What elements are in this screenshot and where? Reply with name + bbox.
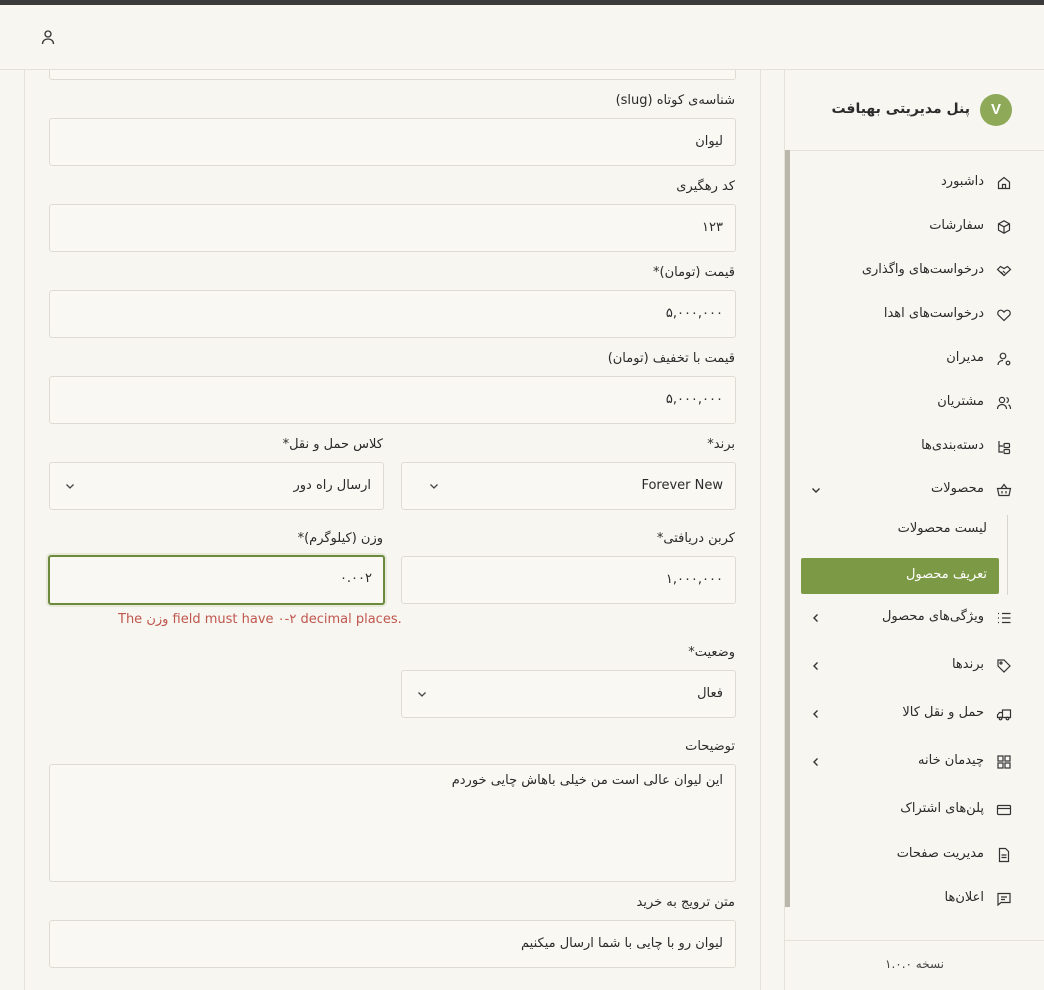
status-select-value: فعال [697, 686, 723, 701]
user-icon[interactable] [40, 29, 56, 45]
chevron-left-icon [813, 758, 818, 766]
carbon-input[interactable]: ۱,۰۰۰,۰۰۰ [401, 556, 736, 604]
promo-text-label: متن ترویج به خرید [636, 895, 736, 910]
chevron-down-icon [66, 484, 74, 489]
weight-input[interactable]: ۰.۰۰۲ [48, 555, 385, 605]
description-textarea[interactable]: این لیوان عالی است من خیلی باهاش چایی خو… [49, 764, 736, 882]
list-icon [996, 610, 1012, 626]
sidebar-item-subscription-plans[interactable]: پلن‌های اشتراک [812, 792, 1012, 828]
weight-error-message: The وزن field must have ۰-۲ decimal plac… [118, 612, 402, 627]
status-label: وضعیت* [688, 645, 735, 660]
truck-icon [996, 706, 1012, 722]
card-icon [996, 802, 1012, 818]
chevron-down-icon [418, 692, 426, 697]
sidebar-item-products[interactable]: محصولات [812, 472, 1012, 508]
sidebar-item-customers[interactable]: مشتریان [812, 385, 1012, 421]
shipping-class-label: کلاس حمل و نقل* [282, 437, 383, 452]
sidebar-item-label: مدیریت صفحات [896, 846, 984, 861]
weight-label: وزن (کیلوگرم)* [297, 531, 383, 546]
users-icon [996, 395, 1012, 411]
app-version: نسخه ۱.۰.۰ [885, 957, 945, 971]
sidebar-item-admins[interactable]: مدیران [812, 341, 1012, 377]
sidebar-item-label: اعلان‌ها [944, 890, 985, 905]
handshake-icon [996, 263, 1012, 279]
top-header [0, 5, 1044, 70]
brand-title: پنل مدیریتی بهیافت [831, 101, 970, 117]
status-select[interactable]: فعال [401, 670, 736, 718]
shipping-class-select[interactable]: ارسال راه دور [49, 462, 384, 510]
sidebar-item-categories[interactable]: دسته‌بندی‌ها [812, 429, 1012, 465]
sidebar-item-label: سفارشات [929, 218, 984, 233]
brand-select-value: Forever New [641, 478, 723, 493]
sidebar-item-label: حمل و نقل کالا [902, 705, 984, 720]
sidebar-item-notifications[interactable]: اعلان‌ها [812, 881, 1012, 917]
submenu-guide-line [1007, 515, 1008, 595]
shipping-class-select-value: ارسال راه دور [293, 478, 372, 493]
discount-price-input[interactable]: ۵,۰۰۰,۰۰۰ [49, 376, 736, 424]
message-icon [996, 891, 1012, 907]
chevron-left-icon [813, 614, 818, 622]
sidebar-item-label: برندها [951, 657, 984, 672]
sidebar-item-donation-requests[interactable]: درخواست‌های اهدا [812, 297, 1012, 333]
brand-label: برند* [707, 437, 735, 452]
tracking-code-label: کد رهگیری [676, 179, 735, 194]
price-input[interactable]: ۵,۰۰۰,۰۰۰ [49, 290, 736, 338]
sidebar-item-label: داشبورد [941, 174, 984, 189]
sidebar: V پنل مدیریتی بهیافت داشبورد سفارشات درخ… [784, 70, 1044, 990]
discount-price-label: قیمت با تخفیف (تومان) [607, 351, 735, 366]
sidebar-item-label: چیدمان خانه [918, 753, 984, 768]
sidebar-item-label: درخواست‌های واگذاری [861, 262, 984, 277]
previous-field-input[interactable] [49, 70, 736, 80]
home-icon [996, 175, 1012, 191]
sidebar-item-label: دسته‌بندی‌ها [921, 438, 984, 453]
sidebar-item-page-management[interactable]: مدیریت صفحات [812, 837, 1012, 873]
sidebar-item-label: مشتریان [937, 394, 984, 409]
grid-icon [996, 754, 1012, 770]
slug-label: شناسه‌ی کوتاه (slug) [615, 93, 735, 108]
divider [785, 150, 1044, 151]
product-form: شناسه‌ی کوتاه (slug) لیوان کد رهگیری ۱۲۳… [24, 70, 761, 990]
sidebar-item-label: درخواست‌های اهدا [883, 306, 984, 321]
sidebar-item-label: محصولات [931, 481, 984, 496]
slug-input[interactable]: لیوان [49, 118, 736, 166]
sidebar-item-label: ویژگی‌های محصول [881, 609, 984, 624]
heart-hand-icon [996, 307, 1012, 323]
sidebar-item-orders[interactable]: سفارشات [812, 209, 1012, 245]
chevron-down-icon [430, 484, 438, 489]
chevron-left-icon [813, 710, 818, 718]
sidebar-item-brands[interactable]: برندها [812, 648, 1012, 684]
tag-icon [996, 658, 1012, 674]
user-cog-icon [996, 351, 1012, 367]
basket-icon [996, 482, 1012, 498]
description-label: توضیحات [685, 739, 735, 754]
sidebar-item-label: مدیران [946, 350, 984, 365]
divider [785, 940, 1044, 941]
sidebar-brand: V پنل مدیریتی بهیافت [812, 94, 1012, 126]
tracking-code-input[interactable]: ۱۲۳ [49, 204, 736, 252]
promo-text-input[interactable]: لیوان رو با چایی با شما ارسال میکنیم [49, 920, 736, 968]
brand-logo: V [980, 94, 1012, 126]
file-icon [996, 847, 1012, 863]
box-icon [996, 219, 1012, 235]
tree-icon [996, 439, 1012, 455]
sidebar-scrollbar[interactable] [785, 150, 790, 907]
carbon-label: کربن دریافتی* [656, 531, 735, 546]
chevron-down-icon [812, 488, 820, 493]
sidebar-subitem-define-product[interactable]: تعریف محصول [801, 558, 999, 594]
price-label: قیمت (تومان)* [653, 265, 735, 280]
sidebar-item-dashboard[interactable]: داشبورد [812, 165, 1012, 201]
sidebar-item-product-attributes[interactable]: ویژگی‌های محصول [812, 600, 1012, 636]
sidebar-item-transfer-requests[interactable]: درخواست‌های واگذاری [812, 253, 1012, 289]
sidebar-item-label: پلن‌های اشتراک [900, 801, 984, 816]
brand-select[interactable]: Forever New [401, 462, 736, 510]
sidebar-subitem-product-list[interactable]: لیست محصولات [801, 512, 999, 548]
sidebar-item-home-layout[interactable]: چیدمان خانه [812, 744, 1012, 780]
chevron-left-icon [813, 662, 818, 670]
sidebar-item-shipping[interactable]: حمل و نقل کالا [812, 696, 1012, 732]
